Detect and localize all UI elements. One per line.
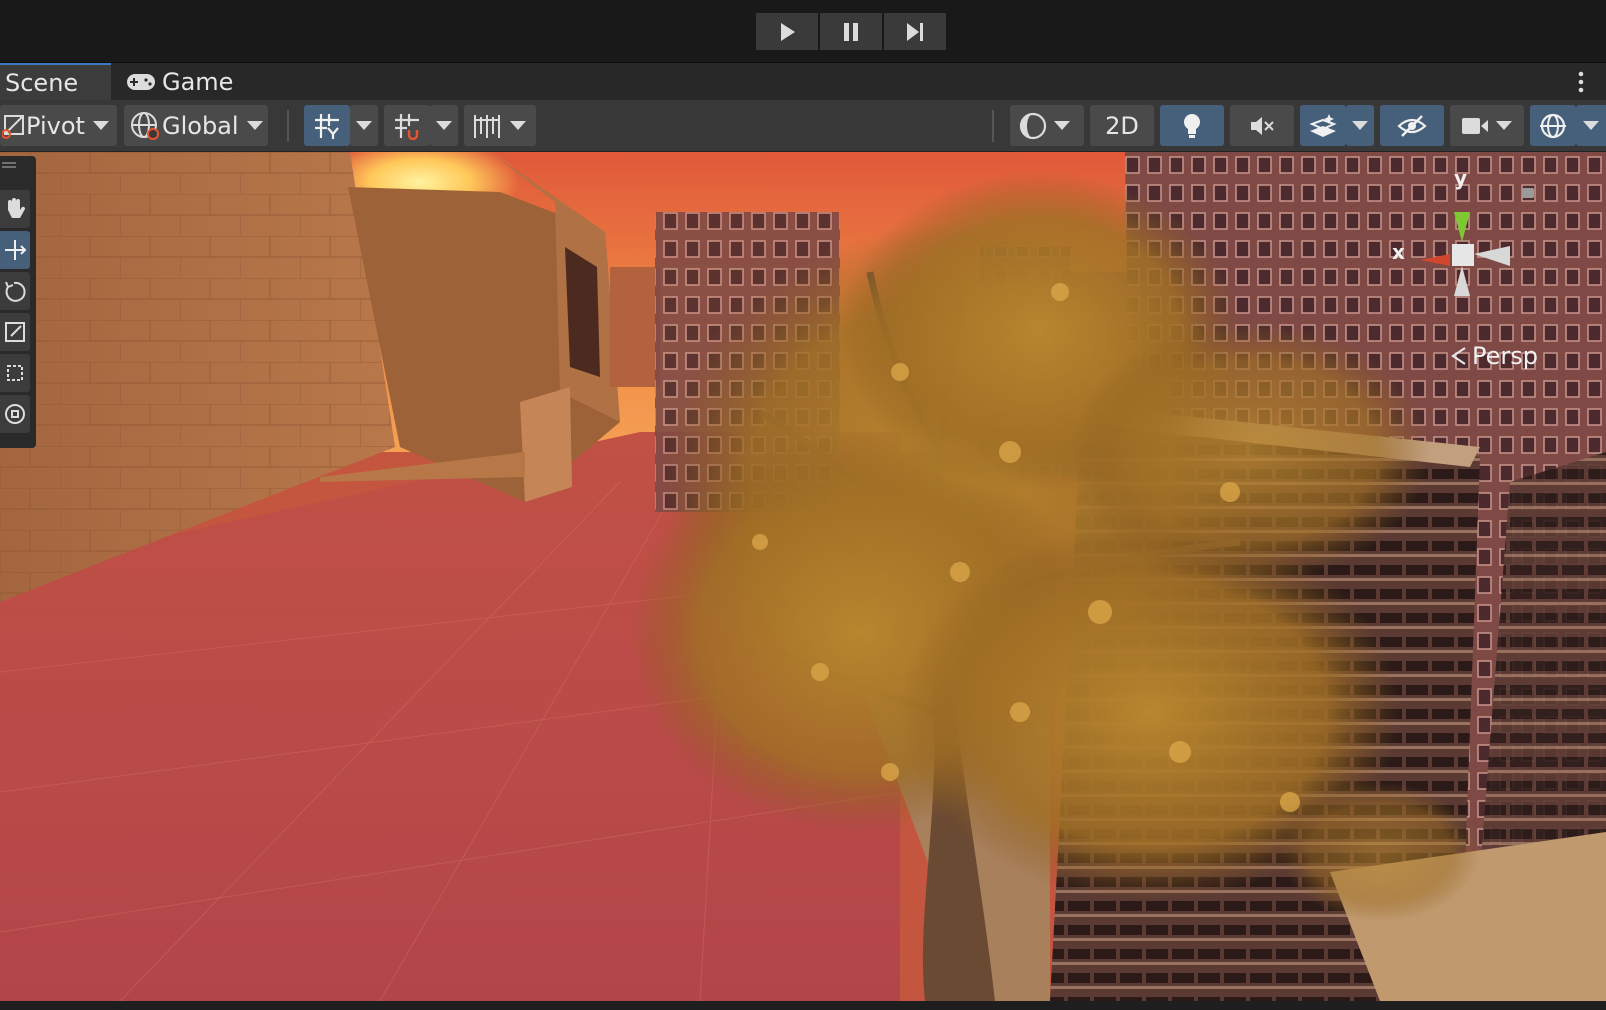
move-icon [5, 240, 27, 260]
chevron-down-icon [246, 121, 263, 130]
toolbar-separator [287, 110, 289, 142]
grid-options-dropdown[interactable] [350, 105, 378, 146]
grid-icon [315, 113, 339, 139]
shading-mode-icon [1019, 112, 1047, 139]
pause-icon [844, 22, 858, 41]
bottom-border [0, 1001, 1606, 1010]
projection-toggle[interactable]: Persp [1448, 342, 1538, 370]
tab-scene-label: Scene [5, 69, 79, 97]
chevron-down-icon [436, 121, 452, 130]
scene-viewport[interactable] [0, 152, 1606, 1001]
scene-visibility-toggle[interactable] [1380, 105, 1444, 146]
ruler-icon [474, 114, 500, 138]
chevron-down-icon [356, 121, 372, 130]
snap-grid-icon [395, 113, 419, 140]
eye-hidden-icon [1397, 114, 1427, 137]
grid-visibility-button[interactable] [304, 105, 350, 146]
effects-options-dropdown[interactable] [1346, 105, 1374, 146]
pivot-icon [2, 114, 24, 139]
play-button[interactable] [756, 13, 818, 50]
2d-mode-label: 2D [1105, 111, 1139, 140]
global-dropdown[interactable]: Global [124, 105, 268, 146]
pause-button[interactable] [820, 13, 882, 50]
gizmo-y-label: y [1454, 166, 1468, 190]
draw-mode-dropdown[interactable] [1010, 105, 1084, 146]
scene-render [0, 152, 1606, 1001]
chevron-down-icon [1583, 121, 1599, 130]
hand-tool-button[interactable] [0, 190, 30, 228]
rotate-tool-button[interactable] [0, 272, 30, 310]
play-icon [781, 22, 795, 41]
toolbar-separator [992, 110, 994, 142]
scene-lighting-toggle[interactable] [1160, 105, 1224, 146]
step-icon [907, 22, 923, 41]
scene-effects-toggle[interactable] [1300, 105, 1346, 146]
transform-tool-button[interactable] [0, 395, 30, 433]
tab-game[interactable]: Game [124, 63, 233, 101]
snap-options-dropdown[interactable] [430, 105, 458, 146]
hand-icon [8, 198, 26, 218]
step-button[interactable] [884, 13, 946, 50]
move-tool-button[interactable] [0, 231, 30, 269]
tools-overlay [0, 156, 36, 448]
chevron-down-icon [510, 121, 526, 130]
more-options-icon[interactable] [1578, 71, 1584, 93]
play-mode-bar [0, 0, 1606, 62]
global-label: Global [162, 111, 239, 140]
transform-icon [5, 404, 25, 424]
scale-icon [5, 322, 25, 342]
axis-gizmo-icon [1420, 188, 1534, 296]
chevron-down-icon [1352, 121, 1368, 130]
grid-snapping-button[interactable] [384, 105, 430, 146]
pivot-label: Pivot [26, 111, 85, 140]
light-bulb-icon [1184, 113, 1200, 138]
rotate-icon [5, 281, 26, 302]
scene-camera-dropdown[interactable] [1450, 105, 1524, 146]
pivot-dropdown[interactable]: Pivot [0, 105, 117, 146]
globe-icon [131, 111, 159, 140]
chevron-down-icon [92, 121, 109, 130]
gizmo-x-label: x [1392, 240, 1405, 264]
chevron-down-icon [1496, 121, 1512, 130]
gamepad-icon [127, 74, 155, 90]
gizmos-toggle[interactable] [1530, 105, 1576, 146]
chevron-left-icon [1451, 347, 1466, 365]
audio-muted-icon [1251, 116, 1274, 135]
rect-transform-icon [7, 365, 23, 381]
play-controls [756, 13, 946, 50]
increment-snapping-button[interactable] [464, 105, 536, 146]
scale-tool-button[interactable] [0, 313, 30, 351]
camera-icon [1462, 117, 1488, 134]
orientation-gizmo[interactable]: x y [1392, 166, 1560, 370]
effects-layers-icon [1309, 113, 1337, 137]
view-tab-bar: Scene Game [0, 62, 1606, 101]
tab-game-label: Game [162, 68, 234, 96]
rect-tool-button[interactable] [0, 354, 30, 392]
drag-handle-icon[interactable] [2, 160, 16, 170]
scene-toolbar: Pivot Global 2D [0, 100, 1606, 152]
scene-audio-toggle[interactable] [1230, 105, 1294, 146]
chevron-down-icon [1054, 121, 1070, 130]
projection-label: Persp [1472, 342, 1538, 370]
2d-mode-toggle[interactable]: 2D [1090, 105, 1154, 146]
gizmos-options-dropdown[interactable] [1576, 105, 1606, 146]
tab-scene[interactable]: Scene [0, 63, 111, 101]
gizmo-globe-icon [1540, 113, 1566, 138]
